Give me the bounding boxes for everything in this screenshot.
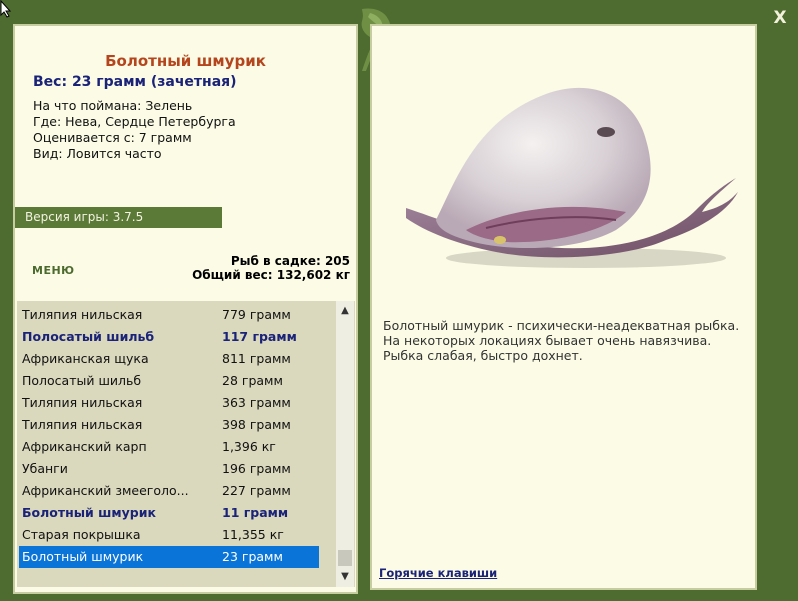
scroll-down-icon[interactable]: ▼ <box>336 569 354 585</box>
list-item[interactable]: Тиляпия нильская 398 грамм <box>19 414 319 436</box>
list-item-weight: 117 грамм <box>222 329 297 344</box>
fish-title: Болотный шмурик <box>105 52 266 70</box>
list-item[interactable]: Старая покрышка 11,355 кг <box>19 524 319 546</box>
list-item-name: Африканский карп <box>22 439 147 454</box>
list-item-name: Полосатый шильб <box>22 329 155 344</box>
list-item[interactable]: Убанги 196 грамм <box>19 458 319 480</box>
total-weight: Общий вес: 132,602 кг <box>192 268 350 282</box>
list-item-name: Тиляпия нильская <box>22 307 143 322</box>
list-item-weight: 1,396 кг <box>222 439 276 454</box>
list-item[interactable]: Африканская щука 811 грамм <box>19 348 319 370</box>
list-item[interactable]: Тиляпия нильская 363 грамм <box>19 392 319 414</box>
fish-bait: На что поймана: Зелень <box>33 98 193 113</box>
list-item-name: Тиляпия нильская <box>22 395 143 410</box>
list-item-name: Африканский змееголо... <box>22 483 189 498</box>
list-item-name: Убанги <box>22 461 68 476</box>
menu-button[interactable]: МЕНЮ <box>32 264 75 277</box>
description-line: На некоторых локациях бывает очень навяз… <box>383 333 712 348</box>
list-item[interactable]: Полосатый шильб 117 грамм <box>19 326 319 348</box>
mouse-cursor-icon <box>0 0 12 18</box>
list-item-name: Полосатый шильб <box>22 373 142 388</box>
list-item-weight: 398 грамм <box>222 417 291 432</box>
hotkeys-link[interactable]: Горячие клавиши <box>379 566 497 580</box>
fish-location: Где: Нева, Сердце Петербурга <box>33 114 236 129</box>
list-item-name: Тиляпия нильская <box>22 417 143 432</box>
fish-count: Рыб в садке: 205 <box>230 254 350 268</box>
fish-weight: Вес: 23 грамм (зачетная) <box>33 74 237 90</box>
list-item[interactable]: Болотный шмурик 23 грамм <box>19 546 319 568</box>
list-item-name: Африканская щука <box>22 351 149 366</box>
list-item-weight: 363 грамм <box>222 395 291 410</box>
fish-kind: Вид: Ловится часто <box>33 146 162 161</box>
close-button[interactable]: X <box>770 8 790 28</box>
fish-rated: Оценивается с: 7 грамм <box>33 130 192 145</box>
list-item[interactable]: Болотный шмурик 11 грамм <box>19 502 319 524</box>
list-item-weight: 779 грамм <box>222 307 291 322</box>
list-item[interactable]: Тиляпия нильская 779 грамм <box>19 304 319 326</box>
blobfish-image <box>406 87 738 268</box>
list-item-weight: 11,355 кг <box>222 527 284 542</box>
list-item-weight: 11 грамм <box>222 505 289 520</box>
list-item-weight: 811 грамм <box>222 351 291 366</box>
scroll-thumb[interactable] <box>338 550 352 566</box>
list-item-weight: 28 грамм <box>222 373 283 388</box>
list-item[interactable]: Африканский карп 1,396 кг <box>19 436 319 458</box>
list-item-name: Старая покрышка <box>22 527 141 542</box>
list-item[interactable]: Африканский змееголо... 227 грамм <box>19 480 319 502</box>
list-item-weight: 23 грамм <box>222 549 283 564</box>
scroll-up-icon[interactable]: ▲ <box>336 303 354 319</box>
list-item-name: Болотный шмурик <box>22 505 156 520</box>
catch-list[interactable]: Тиляпия нильская 779 грамм Полосатый шильб… <box>17 301 355 587</box>
list-item-name: Болотный шмурик <box>22 549 144 564</box>
description-line: Рыбка слабая, быстро дохнет. <box>383 348 583 363</box>
list-item-weight: 227 грамм <box>222 483 291 498</box>
fish-description: Болотный шмурик - психически-неадекватна… <box>383 318 753 363</box>
list-item-weight: 196 грамм <box>222 461 291 476</box>
description-line: Болотный шмурик - психически-неадекватна… <box>383 318 740 333</box>
scrollbar[interactable]: ▲ ▼ <box>336 301 354 587</box>
list-item[interactable]: Полосатый шильб 28 грамм <box>19 370 319 392</box>
version-label: Версия игры: 3.7.5 <box>15 207 222 228</box>
